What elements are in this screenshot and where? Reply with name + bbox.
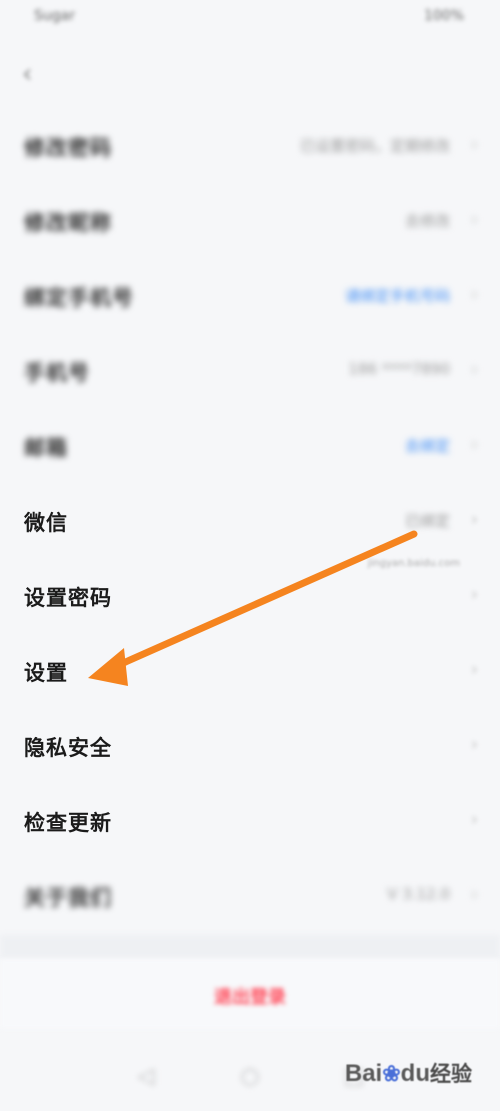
row-label: 邮箱 [24,435,68,460]
row-label: 设置 [24,660,68,685]
settings-list: 修改密码 已设置密码，定期修改 › 修改昵称 去修改 › 绑定手机号 请绑定手机… [0,108,500,933]
watermark-brand: Bai [344,1060,383,1087]
row-label: 修改昵称 [24,210,112,235]
row-label: 隐私安全 [24,735,112,760]
settings-row-nickname[interactable]: 修改昵称 去修改 › [0,183,500,258]
chevron-right-icon: › [470,509,478,530]
settings-row-email[interactable]: 邮箱 去绑定 › [0,408,500,483]
chevron-right-icon: › [470,809,478,830]
logout-button[interactable]: 退出登录 [0,959,500,1029]
chevron-right-icon: › [470,884,478,905]
home-circle-icon[interactable]: ○ [236,1064,264,1092]
row-label: 检查更新 [24,810,112,835]
status-left: Sugar [34,8,75,24]
chevron-right-icon: › [470,134,478,155]
row-value: 去绑定 [404,437,450,455]
watermark-brand-suffix: du [400,1060,430,1087]
baidu-jingyan-watermark: Bai❀du经验 [345,1058,472,1088]
settings-row-check-update[interactable]: 检查更新 › [0,783,500,858]
chevron-right-icon: › [470,734,478,755]
chevron-right-icon: › [470,659,478,680]
chevron-right-icon: › [470,284,478,305]
chevron-right-icon: › [470,359,478,380]
row-value: 已设置密码，定期修改 [299,137,450,155]
row-label: 关于我们 [24,885,112,910]
back-button[interactable]: ‹ [22,56,50,92]
row-value: 186 ****7890 [348,360,450,378]
settings-row-bind-phone[interactable]: 绑定手机号 请绑定手机号码 › [0,258,500,333]
back-triangle-icon[interactable]: ◁ [132,1064,160,1092]
settings-row-set-password[interactable]: 设置密码 › [0,558,500,633]
chevron-right-icon: › [470,434,478,455]
row-label: 修改密码 [24,135,112,160]
row-value: V 3.12.0 [387,885,450,903]
row-label: 手机号 [24,360,90,385]
row-label: 设置密码 [24,585,112,610]
row-value: 去修改 [404,212,450,230]
settings-row-change-password[interactable]: 修改密码 已设置密码，定期修改 › [0,108,500,183]
status-bar: Sugar 100% [0,0,500,36]
battery-indicator: 100% [423,8,464,24]
section-divider [0,935,500,959]
chevron-left-icon: ‹ [22,59,33,89]
row-value: 请绑定手机号码 [344,287,450,305]
settings-row-privacy[interactable]: 隐私安全 › [0,708,500,783]
logout-label: 退出登录 [214,987,286,1008]
settings-row-settings[interactable]: 设置 › [0,633,500,708]
paw-icon: ❀ [382,1061,401,1086]
watermark-product: 经验 [430,1063,472,1086]
row-label: 微信 [24,510,68,535]
settings-row-wechat[interactable]: 微信 已绑定 › [0,483,500,558]
watermark-url: jingyan.baidu.com [367,558,460,569]
chevron-right-icon: › [470,584,478,605]
row-label: 绑定手机号 [24,285,134,310]
settings-row-about[interactable]: 关于我们 V 3.12.0 › [0,858,500,933]
row-value: 已绑定 [404,512,450,530]
chevron-right-icon: › [470,209,478,230]
settings-row-phone[interactable]: 手机号 186 ****7890 › [0,333,500,408]
